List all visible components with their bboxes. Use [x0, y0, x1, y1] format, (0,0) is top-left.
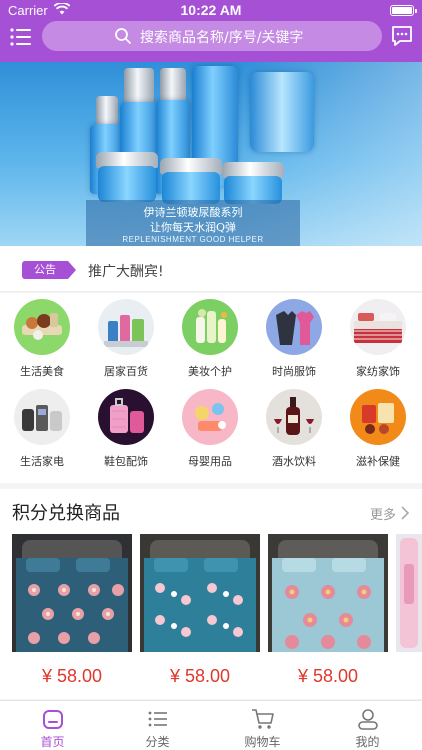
category-label: 生活家电: [20, 455, 64, 468]
banner-subline: 让你每天水润Q弹: [149, 221, 237, 234]
chevron-right-icon[interactable]: [400, 505, 410, 524]
product-price: ¥ 58.00: [41, 666, 103, 686]
category-item-cosmetics[interactable]: 美妆个护: [168, 293, 252, 383]
tab-profile[interactable]: 我的: [315, 701, 420, 750]
top-bar: Carrier 10:22 AM 搜索商品名称/序号/关键字: [0, 0, 422, 62]
product-card-partial[interactable]: [396, 534, 422, 694]
product-card[interactable]: ¥ 58.00: [140, 534, 260, 694]
points-exchange-section: 积分兑换商品 更多 ¥ 58.00 ¥ 58.00 ¥ 58.00: [0, 489, 422, 699]
message-icon: [392, 26, 412, 46]
more-link[interactable]: 更多: [370, 504, 396, 523]
product-price: ¥ 58.00: [297, 666, 359, 686]
appliance-icon: [14, 389, 70, 445]
clothing-icon: [266, 299, 322, 355]
bottle-cap: [96, 96, 118, 126]
luggage-icon: [98, 389, 154, 445]
category-label: 母婴用品: [188, 455, 232, 468]
product-card[interactable]: ¥ 58.00: [268, 534, 388, 694]
home-icon: [40, 706, 66, 732]
category-label: 鞋包配饰: [104, 455, 148, 468]
bottle-cap: [124, 68, 154, 104]
tab-home[interactable]: 首页: [0, 701, 105, 750]
category-label: 滋补保健: [356, 455, 400, 468]
product-image-mattress: [140, 534, 260, 652]
household-icon: [98, 299, 154, 355]
wine-icon: [266, 389, 322, 445]
food-icon: [14, 299, 70, 355]
menu-icon: [10, 28, 31, 46]
announcement-tag: 公告: [22, 261, 76, 279]
banner-tagline: REPLENISHMENT GOOD HELPER: [122, 235, 264, 244]
category-item-luggage[interactable]: 鞋包配饰: [84, 383, 168, 473]
tab-label: 分类: [145, 735, 170, 749]
category-label: 时尚服饰: [272, 365, 316, 378]
section-title: 积分兑换商品: [12, 503, 120, 524]
tab-label: 购物车: [244, 735, 281, 749]
user-icon: [355, 706, 381, 732]
bottom-tab-bar: 首页 分类 购物车 我的: [0, 700, 422, 750]
category-item-household[interactable]: 居家百货: [84, 293, 168, 383]
category-label: 生活美食: [20, 365, 64, 378]
bedding-icon: [350, 299, 406, 355]
status-bar: Carrier 10:22 AM: [0, 0, 422, 20]
search-placeholder: 搜索商品名称/序号/关键字: [140, 30, 304, 46]
category-item-bedding[interactable]: 家纺家饰: [336, 293, 420, 383]
category-label: 家纺家饰: [356, 365, 400, 378]
cosmetics-icon: [182, 299, 238, 355]
product-card[interactable]: ¥ 58.00: [12, 534, 132, 694]
cart-icon: [250, 706, 276, 732]
search-icon: [114, 27, 132, 49]
battery-icon: [390, 5, 417, 16]
baby-icon: [182, 389, 238, 445]
status-time: 10:22 AM: [180, 2, 242, 18]
category-item-wine[interactable]: 酒水饮料: [252, 383, 336, 473]
health-icon: [350, 389, 406, 445]
bottle-cap: [160, 68, 186, 102]
tab-label: 首页: [40, 735, 65, 749]
promo-banner[interactable]: 伊诗兰顿玻尿酸系列 让你每天水润Q弹 REPLENISHMENT GOOD HE…: [0, 62, 422, 246]
tab-cart[interactable]: 购物车: [210, 701, 315, 750]
message-button[interactable]: [390, 24, 414, 48]
menu-button[interactable]: [8, 24, 34, 50]
cream-jar: [98, 166, 156, 202]
category-item-appliance[interactable]: 生活家电: [0, 383, 84, 473]
banner-headline: 伊诗兰顿玻尿酸系列: [143, 206, 243, 219]
category-item-clothing[interactable]: 时尚服饰: [252, 293, 336, 383]
announcement-text: 推广大酬宾!: [88, 264, 164, 280]
tab-label: 我的: [355, 735, 380, 749]
announcement-bar[interactable]: 公告 推广大酬宾!: [0, 246, 422, 292]
category-grid: 生活美食 居家百货 美妆个护 时尚服饰 家纺家饰 生活家电 鞋包配饰 母婴用品 …: [0, 293, 422, 483]
category-item-baby[interactable]: 母婴用品: [168, 383, 252, 473]
product-image-bottle: [396, 534, 422, 652]
product-price: ¥ 58.00: [169, 666, 231, 686]
list-icon: [145, 706, 171, 732]
product-image-mattress: [268, 534, 388, 652]
product-box: [250, 72, 314, 152]
tab-category[interactable]: 分类: [105, 701, 210, 750]
category-label: 居家百货: [104, 365, 148, 378]
category-label: 酒水饮料: [272, 455, 316, 468]
category-item-health[interactable]: 滋补保健: [336, 383, 420, 473]
search-input[interactable]: 搜索商品名称/序号/关键字: [42, 21, 382, 51]
category-label: 美妆个护: [188, 365, 232, 378]
product-image-mattress: [12, 534, 132, 652]
category-item-food[interactable]: 生活美食: [0, 293, 84, 383]
